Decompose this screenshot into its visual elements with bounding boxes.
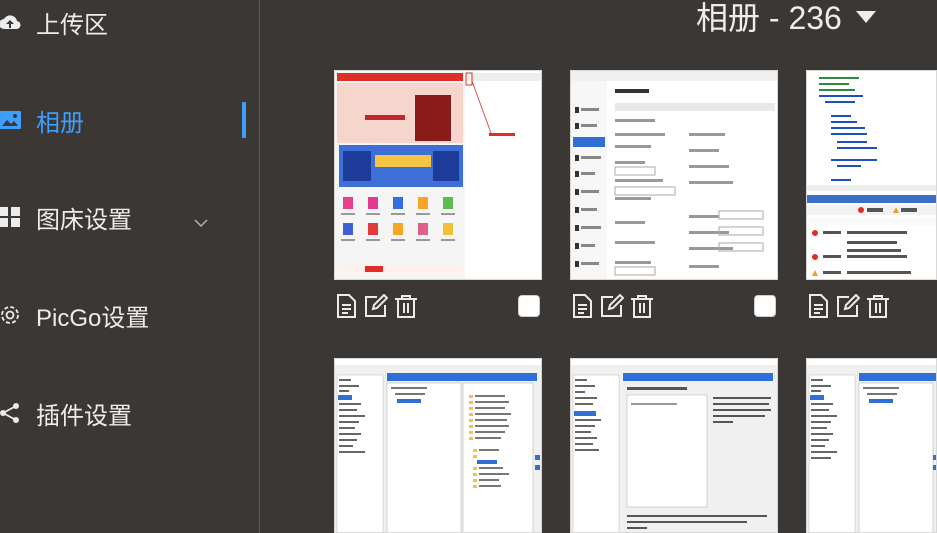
copy-link-icon[interactable] bbox=[806, 294, 830, 318]
sidebar-item-label: 插件设置 bbox=[36, 402, 132, 430]
image-icon bbox=[0, 108, 22, 132]
sidebar-item-picbed-settings[interactable]: 图床设置 bbox=[0, 189, 259, 245]
select-checkbox[interactable] bbox=[518, 295, 540, 317]
sidebar-item-label: 图床设置 bbox=[36, 206, 132, 234]
thumbnail-actions bbox=[806, 294, 890, 318]
active-indicator bbox=[242, 102, 246, 138]
thumbnail-image bbox=[571, 71, 777, 279]
thumbnail-actions bbox=[334, 294, 418, 318]
album-thumbnail[interactable] bbox=[570, 358, 778, 533]
album-title-dropdown[interactable]: 相册 - 236 bbox=[696, 0, 876, 36]
thumbnail-image bbox=[335, 359, 541, 532]
sidebar-item-plugin-settings[interactable]: 插件设置 bbox=[0, 385, 259, 441]
sidebar-item-upload[interactable]: 上传区 bbox=[0, 0, 259, 50]
edit-icon[interactable] bbox=[600, 294, 624, 318]
album-panel: 相册 - 236 bbox=[260, 0, 937, 533]
album-thumbnail[interactable] bbox=[806, 70, 937, 280]
copy-link-icon[interactable] bbox=[334, 294, 358, 318]
album-thumbnail[interactable] bbox=[334, 358, 542, 533]
caret-down-icon bbox=[855, 11, 876, 23]
album-thumbnail[interactable] bbox=[334, 70, 542, 280]
album-thumbnail[interactable] bbox=[570, 70, 778, 280]
delete-icon[interactable] bbox=[866, 294, 890, 318]
sidebar-item-label: 相册 bbox=[36, 109, 84, 137]
edit-icon[interactable] bbox=[364, 294, 388, 318]
thumbnail-image bbox=[571, 359, 777, 532]
sidebar: 上传区 相册 图床设置 PicGo设置 插件设置 bbox=[0, 0, 260, 533]
delete-icon[interactable] bbox=[394, 294, 418, 318]
sidebar-item-label: PicGo设置 bbox=[36, 304, 150, 332]
thumbnail-image bbox=[807, 359, 936, 532]
share-icon bbox=[0, 401, 22, 425]
cloud-upload-icon bbox=[0, 10, 22, 34]
delete-icon[interactable] bbox=[630, 294, 654, 318]
thumbnail-actions bbox=[570, 294, 654, 318]
chevron-down-icon bbox=[194, 207, 208, 235]
sidebar-item-picgo-settings[interactable]: PicGo设置 bbox=[0, 287, 259, 343]
select-checkbox[interactable] bbox=[754, 295, 776, 317]
sidebar-item-album[interactable]: 相册 bbox=[0, 92, 259, 148]
album-title: 相册 - 236 bbox=[696, 0, 842, 36]
sidebar-item-label: 上传区 bbox=[36, 11, 108, 39]
grid-icon bbox=[0, 205, 22, 229]
thumbnail-image bbox=[807, 71, 936, 279]
thumbnail-image bbox=[335, 71, 541, 279]
album-thumbnail[interactable] bbox=[806, 358, 937, 533]
copy-link-icon[interactable] bbox=[570, 294, 594, 318]
picgo-app: 上传区 相册 图床设置 PicGo设置 插件设置 相册 - 236 bbox=[0, 0, 937, 533]
edit-icon[interactable] bbox=[836, 294, 860, 318]
gear-icon bbox=[0, 303, 22, 327]
